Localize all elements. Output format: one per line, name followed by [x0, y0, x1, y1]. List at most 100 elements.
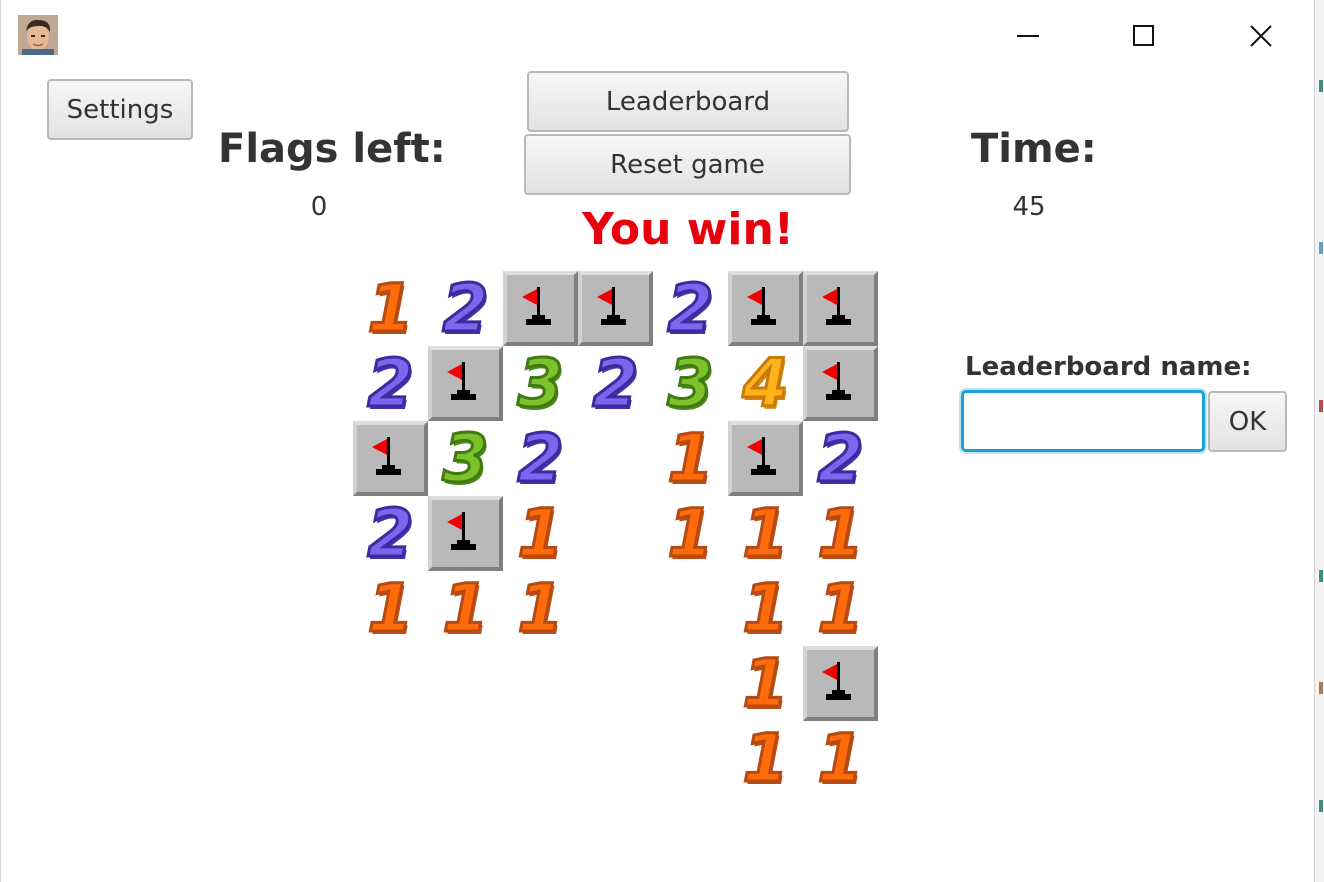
flag-icon	[432, 512, 499, 571]
reset-game-button[interactable]: Reset game	[524, 134, 851, 195]
cell-number: 2	[591, 344, 640, 422]
empty-cell[interactable]	[653, 571, 728, 646]
cell-number: 1	[741, 494, 790, 572]
empty-cell[interactable]	[578, 421, 653, 496]
revealed-number-cell[interactable]: 3	[503, 346, 578, 421]
flagged-cell[interactable]	[803, 346, 878, 421]
flagged-cell[interactable]	[428, 496, 503, 571]
flag-icon	[732, 437, 799, 496]
flag-icon	[582, 287, 649, 346]
cell-number: 1	[366, 269, 415, 347]
flag-icon	[807, 362, 874, 421]
revealed-number-cell[interactable]: 2	[353, 496, 428, 571]
flag-icon	[507, 287, 574, 346]
empty-cell[interactable]	[578, 496, 653, 571]
revealed-number-cell[interactable]: 1	[728, 646, 803, 721]
empty-cell[interactable]	[428, 646, 503, 721]
leaderboard-name-label: Leaderboard name:	[965, 352, 1252, 382]
empty-cell[interactable]	[503, 646, 578, 721]
flagged-cell[interactable]	[578, 271, 653, 346]
win-message: You win!	[582, 204, 794, 255]
cell-number: 4	[741, 344, 790, 422]
revealed-number-cell[interactable]: 1	[803, 496, 878, 571]
time-label: Time:	[971, 126, 1097, 172]
flagged-cell[interactable]	[803, 646, 878, 721]
empty-cell[interactable]	[653, 721, 728, 796]
revealed-number-cell[interactable]: 1	[653, 421, 728, 496]
cell-number: 1	[666, 494, 715, 572]
empty-cell[interactable]	[353, 721, 428, 796]
flagged-cell[interactable]	[803, 271, 878, 346]
time-value: 45	[1012, 192, 1046, 222]
revealed-number-cell[interactable]: 1	[653, 496, 728, 571]
leaderboard-button[interactable]: Leaderboard	[527, 71, 849, 132]
cell-number: 1	[816, 494, 865, 572]
revealed-number-cell[interactable]: 1	[728, 496, 803, 571]
cell-number: 2	[816, 419, 865, 497]
revealed-number-cell[interactable]: 4	[728, 346, 803, 421]
revealed-number-cell[interactable]: 2	[578, 346, 653, 421]
cell-number: 1	[516, 494, 565, 572]
empty-cell[interactable]	[503, 721, 578, 796]
ok-button[interactable]: OK	[1208, 391, 1287, 452]
revealed-number-cell[interactable]: 1	[503, 571, 578, 646]
revealed-number-cell[interactable]: 3	[428, 421, 503, 496]
maximize-button[interactable]	[1122, 14, 1166, 58]
cell-number: 1	[741, 719, 790, 797]
empty-cell[interactable]	[653, 646, 728, 721]
revealed-number-cell[interactable]: 1	[503, 496, 578, 571]
revealed-number-cell[interactable]: 2	[803, 421, 878, 496]
empty-cell[interactable]	[578, 646, 653, 721]
background-window-edge	[1314, 0, 1324, 882]
empty-cell[interactable]	[353, 646, 428, 721]
cell-number: 3	[666, 344, 715, 422]
revealed-number-cell[interactable]: 2	[353, 346, 428, 421]
flagged-cell[interactable]	[728, 421, 803, 496]
flag-icon	[732, 287, 799, 346]
minimize-button[interactable]	[1006, 14, 1050, 58]
revealed-number-cell[interactable]: 1	[728, 571, 803, 646]
settings-button[interactable]: Settings	[47, 79, 193, 140]
cell-number: 2	[366, 344, 415, 422]
maximize-icon	[1133, 25, 1154, 46]
revealed-number-cell[interactable]: 1	[353, 271, 428, 346]
revealed-number-cell[interactable]: 1	[803, 721, 878, 796]
flag-icon	[807, 287, 874, 346]
cell-number: 1	[366, 569, 415, 647]
cell-number: 3	[516, 344, 565, 422]
empty-cell[interactable]	[428, 721, 503, 796]
empty-cell[interactable]	[578, 721, 653, 796]
cell-number: 3	[441, 419, 490, 497]
cell-number: 1	[816, 569, 865, 647]
revealed-number-cell[interactable]: 1	[353, 571, 428, 646]
flags-left-value: 0	[310, 192, 328, 222]
minimize-icon	[1017, 35, 1039, 37]
cell-number: 1	[816, 719, 865, 797]
revealed-number-cell[interactable]: 1	[803, 571, 878, 646]
revealed-number-cell[interactable]: 1	[728, 721, 803, 796]
cell-number: 1	[666, 419, 715, 497]
cell-number: 1	[741, 569, 790, 647]
close-button[interactable]	[1239, 14, 1283, 58]
app-icon	[18, 15, 58, 55]
flag-icon	[807, 662, 874, 721]
leaderboard-name-input[interactable]	[961, 390, 1205, 452]
cell-number: 2	[666, 269, 715, 347]
close-icon	[1250, 25, 1272, 47]
cell-number: 2	[441, 269, 490, 347]
cell-number: 1	[441, 569, 490, 647]
revealed-number-cell[interactable]: 2	[428, 271, 503, 346]
flagged-cell[interactable]	[353, 421, 428, 496]
cell-number: 2	[516, 419, 565, 497]
flagged-cell[interactable]	[503, 271, 578, 346]
revealed-number-cell[interactable]: 1	[428, 571, 503, 646]
revealed-number-cell[interactable]: 2	[653, 271, 728, 346]
empty-cell[interactable]	[578, 571, 653, 646]
flagged-cell[interactable]	[728, 271, 803, 346]
revealed-number-cell[interactable]: 3	[653, 346, 728, 421]
flagged-cell[interactable]	[428, 346, 503, 421]
game-window: Settings Leaderboard Reset game Flags le…	[0, 0, 1315, 882]
flags-left-label: Flags left:	[218, 126, 446, 172]
revealed-number-cell[interactable]: 2	[503, 421, 578, 496]
flag-icon	[432, 362, 499, 421]
